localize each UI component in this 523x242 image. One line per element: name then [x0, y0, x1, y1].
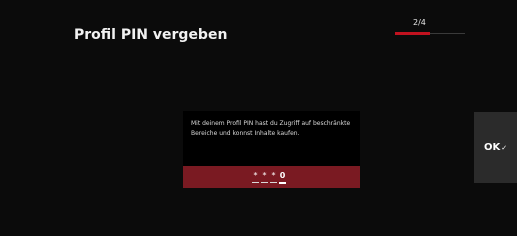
step-label: 2/4	[413, 18, 426, 27]
pin-digit-3[interactable]: *	[270, 170, 277, 183]
pin-digit-1[interactable]: *	[252, 170, 259, 183]
check-icon: ✓	[501, 143, 508, 152]
pin-info-text: Mit deinem Profil PIN hast du Zugriff au…	[191, 120, 351, 137]
step-indicator: 2/4	[395, 18, 465, 38]
pin-digit-2[interactable]: *	[261, 170, 268, 183]
ok-label: OK	[483, 142, 501, 153]
profile-pin-screen: Profil PIN vergeben 2/4 Mit deinem Profi…	[0, 0, 517, 236]
page-title: Profil PIN vergeben	[74, 27, 228, 43]
pin-digit-4[interactable]: 0	[279, 170, 286, 184]
pin-input-bar[interactable]: * * * 0	[183, 166, 360, 188]
pin-entry-card: Mit deinem Profil PIN hast du Zugriff au…	[183, 111, 360, 188]
ok-button[interactable]: OK ✓	[474, 112, 517, 183]
step-progress-fill	[395, 32, 430, 35]
pin-digits: * * * 0	[252, 170, 286, 184]
